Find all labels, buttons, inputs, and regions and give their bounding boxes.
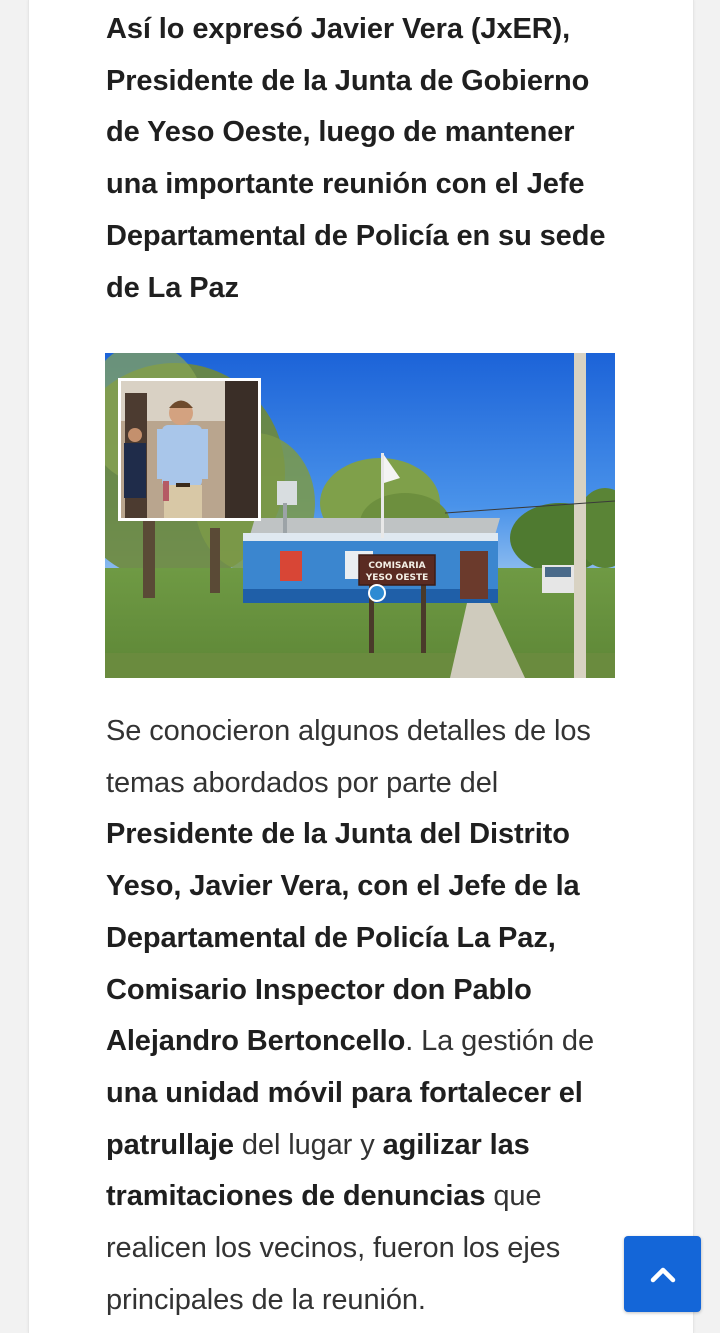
body-bold-1: Presidente de la Junta del Distrito Yeso… <box>106 818 580 1058</box>
back-to-top-button[interactable] <box>624 1236 701 1312</box>
sign-line-2: YESO OESTE <box>365 573 429 583</box>
article-lead: Así lo expresó Javier Vera (JxER), Presi… <box>106 4 616 314</box>
body-text-1: Se conocieron algunos detalles de los te… <box>106 715 591 799</box>
sign-line-1: COMISARIA <box>368 561 425 571</box>
portrait-inset <box>118 378 261 521</box>
police-station-photo: COMISARIA YESO OESTE <box>105 353 615 678</box>
body-text-3: del lugar y <box>233 1128 383 1161</box>
article-body: Se conocieron algunos detalles de los te… <box>106 706 616 1326</box>
chevron-up-icon <box>650 1267 675 1283</box>
body-text-2: . La gestión de <box>405 1025 594 1058</box>
lead-text: Así lo expresó Javier Vera (JxER), Presi… <box>106 13 606 304</box>
article-image: COMISARIA YESO OESTE <box>105 353 615 678</box>
